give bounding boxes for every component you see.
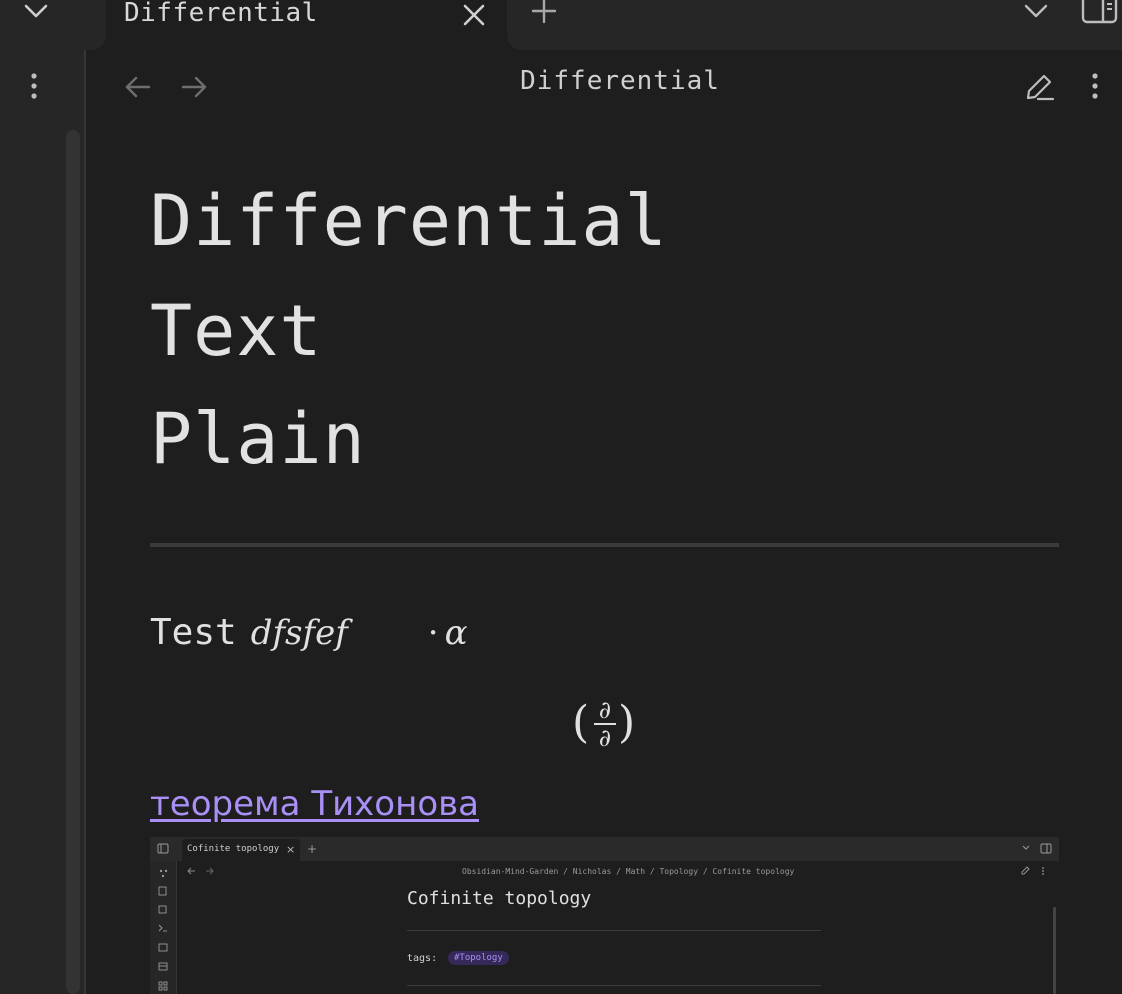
embed-divider [407, 985, 821, 986]
embed-tag-pill: #Topology [448, 951, 509, 965]
embed-header-icons [1021, 866, 1044, 875]
close-icon[interactable] [459, 0, 489, 30]
left-tab-stub [0, 0, 106, 50]
embed-scrollbar [1053, 907, 1056, 994]
back-arrow-icon[interactable] [124, 74, 152, 100]
more-vertical-icon[interactable] [24, 72, 44, 102]
test-label: Test [150, 612, 237, 653]
close-paren: ) [618, 697, 636, 748]
close-icon: × [286, 843, 296, 856]
math-alpha: α [444, 613, 468, 653]
fraction: ∂ ∂ [592, 698, 618, 750]
view-title: Differential [520, 66, 720, 96]
fraction-numerator: ∂ [598, 696, 612, 724]
heading-line: Plain [150, 398, 366, 480]
embed-divider [407, 930, 821, 931]
inline-math: dfsfef [250, 613, 348, 653]
embed-note-title: Cofinite topology [407, 888, 592, 909]
open-paren: ( [572, 697, 590, 748]
heading-line: Text [150, 290, 323, 372]
chevron-down-icon[interactable] [22, 0, 50, 24]
scrollbar[interactable] [66, 130, 80, 994]
embedded-screenshot: Cofinite topology × + Obsidian-Mind-Gard… [150, 837, 1059, 994]
sidebar-toggle-icon [157, 843, 169, 854]
embed-tab-title: Cofinite topology [187, 844, 280, 854]
tab-title: Differential [124, 0, 318, 28]
heading-line: Differential [150, 180, 668, 262]
test-paragraph: Test dfsfef · α [150, 612, 468, 653]
embed-tab: Cofinite topology × [182, 839, 300, 861]
sidebar-toggle-icon[interactable] [1080, 0, 1120, 26]
pencil-edit-icon[interactable] [1024, 72, 1056, 102]
chevron-down-icon[interactable] [1022, 0, 1050, 24]
internal-link[interactable]: теорема Тихонова [150, 784, 479, 824]
embed-nav-arrows [187, 867, 214, 875]
embed-tags-label: tags: [407, 953, 438, 964]
chevron-down-icon [1022, 845, 1030, 850]
more-vertical-icon[interactable] [1085, 72, 1105, 102]
plus-icon: + [307, 842, 318, 856]
sidebar-toggle-icon [1040, 843, 1052, 854]
embed-ribbon-icons [158, 869, 168, 991]
embed-breadcrumb: Obsidian-Mind-Garden / Nicholas / Math /… [462, 867, 795, 876]
plus-icon[interactable] [530, 0, 558, 24]
forward-arrow-icon[interactable] [180, 74, 208, 100]
ribbon-divider [84, 50, 86, 994]
embed-ribbon-divider [176, 861, 177, 994]
horizontal-rule [150, 543, 1059, 547]
tab-differential[interactable]: Differential [92, 0, 521, 50]
fraction-denominator: ∂ [598, 724, 612, 752]
math-cdot: · [427, 613, 439, 653]
